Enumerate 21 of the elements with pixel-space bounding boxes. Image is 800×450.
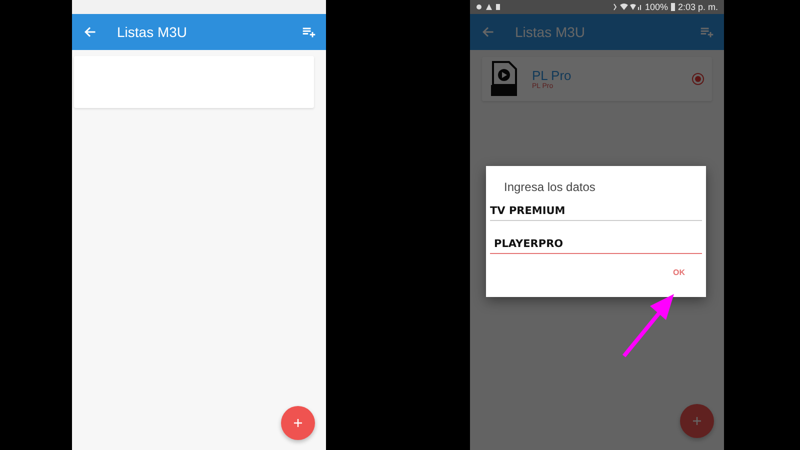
radio-button[interactable]: [692, 73, 704, 85]
m3u-file-icon: [490, 61, 518, 97]
input-field[interactable]: PLAYERPRO: [490, 233, 702, 254]
arrow-annotation: [622, 294, 674, 358]
signal-icons: [612, 3, 642, 11]
dialog-title: Ingresa los datos: [504, 180, 596, 194]
add-fab-button[interactable]: [281, 406, 315, 440]
back-arrow-icon[interactable]: [83, 25, 97, 39]
playlist-add-icon[interactable]: [302, 25, 316, 39]
battery-icon: [670, 3, 675, 11]
app-bar-title: Listas M3U: [515, 24, 586, 40]
battery-percent: 100%: [644, 2, 668, 12]
plus-icon: [692, 416, 702, 426]
input-field[interactable]: TV PREMIUM: [490, 200, 702, 221]
add-fab-button[interactable]: [680, 404, 714, 438]
back-arrow-icon[interactable]: [481, 25, 495, 39]
status-time: 2:03 p. m.: [678, 2, 718, 12]
app-bar-title: Listas M3U: [117, 24, 188, 40]
plus-icon: [293, 418, 303, 428]
playlist-add-icon[interactable]: [700, 25, 714, 39]
notification-icons: [476, 3, 502, 11]
